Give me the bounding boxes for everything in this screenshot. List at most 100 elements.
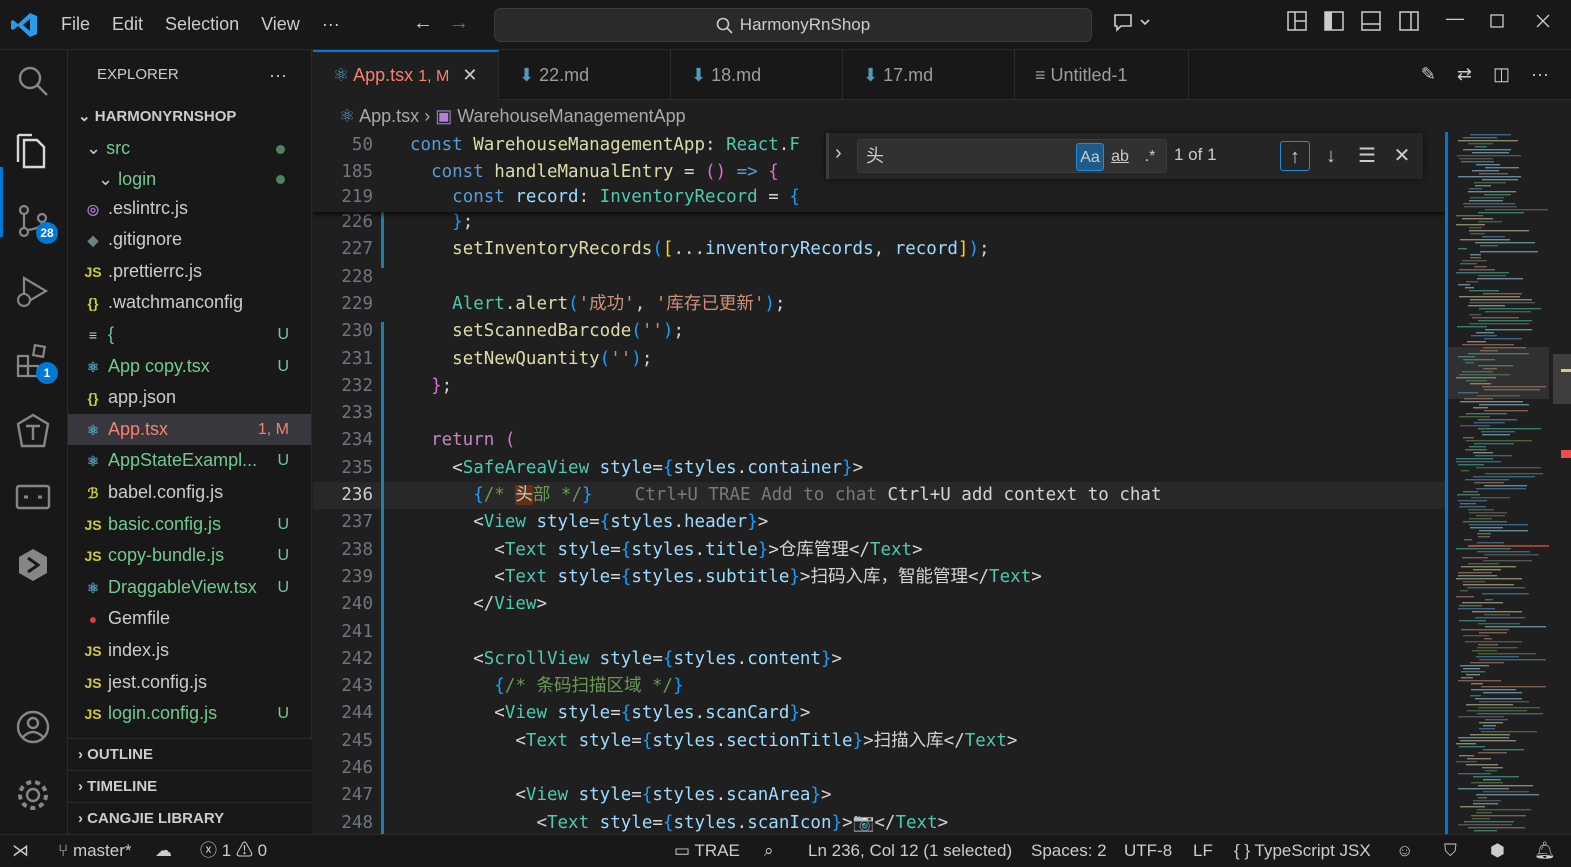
encoding[interactable]: UTF-8 [1124,835,1172,867]
code-line[interactable]: 238 <Text style={styles.title}>仓库管理</Tex… [313,537,1445,564]
tab-app-tsx[interactable]: ⚛ App.tsx 1, M ✕ [313,50,499,100]
folder-login[interactable]: ⌄ login [68,165,311,193]
code-line[interactable]: 243 {/* 条码扫描区域 */} [313,673,1445,700]
menu-more[interactable]: ··· [311,14,351,35]
tab-untitled-1[interactable]: ≡ Untitled-1 [1015,50,1189,100]
run-debug-icon[interactable] [14,272,54,312]
remote-explorer-icon[interactable] [14,478,54,518]
toggle-primary-sidebar-icon[interactable] [1323,10,1345,37]
file-item[interactable]: ⚛ DraggableView.tsx U [68,572,311,604]
previous-match-icon[interactable]: ↑ [1280,141,1310,171]
file-item[interactable]: {} app.json [68,382,311,414]
account-icon[interactable] [14,708,54,748]
copilot-chat-icon[interactable] [1112,10,1152,41]
code-line[interactable]: 227 setInventoryRecords([...inventoryRec… [313,236,1445,263]
close-icon[interactable]: ✕ [462,65,477,85]
minimap[interactable] [1445,132,1558,834]
whole-word-toggle[interactable]: ab [1106,143,1134,171]
scrollbar-thumb[interactable] [1553,354,1571,404]
problems-indicator[interactable]: ⓧ 1 ⚠ 0 [200,835,267,867]
code-line[interactable]: 234 return ( [313,427,1445,454]
code-line[interactable]: 244 <View style={styles.scanCard}> [313,700,1445,727]
trae-status[interactable]: ▭ TRAE [674,835,740,867]
file-item[interactable]: ℬbabel.config.js [68,477,311,509]
notifications-bell-icon[interactable]: 🔔︎ [1534,835,1556,867]
indentation[interactable]: Spaces: 2 [1031,835,1107,867]
file-item[interactable]: ⚛ App.tsx 1, M [68,413,311,446]
menu-view[interactable]: View [250,14,311,35]
menu-selection[interactable]: Selection [154,14,250,35]
deveco-icon[interactable] [14,546,54,586]
menu-edit[interactable]: Edit [101,14,154,35]
maximize-window-icon[interactable] [1490,12,1504,33]
tab-22-md[interactable]: ⬇ 22.md [499,50,671,100]
remote-indicator-icon[interactable]: ⋊ [12,835,29,867]
search-icon[interactable] [14,62,54,102]
file-item[interactable]: ● Gemfile [68,603,311,635]
folder-src[interactable]: ⌄ src [68,133,311,165]
code-line[interactable]: 229 Alert.alert('成功', '库存已更新'); [313,291,1445,318]
tab-17-md[interactable]: ⬇ 17.md [843,50,1015,100]
close-window-icon[interactable] [1536,12,1550,33]
code-line[interactable]: 239 <Text style={styles.subtitle}>扫码入库，智… [313,564,1445,591]
cursor-position[interactable]: Ln 236, Col 12 (1 selected) [808,835,1012,867]
compare-changes-icon[interactable]: ⇄ [1457,64,1472,84]
code-line[interactable]: 233 [313,400,1445,427]
code-line[interactable]: 230 setScannedBarcode(''); [313,318,1445,345]
code-line[interactable]: 246 [313,755,1445,782]
tab-18-md[interactable]: ⬇ 18.md [671,50,843,100]
branch-indicator[interactable]: ⑂ master* [58,835,132,867]
split-editor-icon[interactable]: ◫ [1493,64,1510,84]
code-line[interactable]: 226 }; [313,209,1445,236]
code-line[interactable]: 245 <Text style={styles.sectionTitle}>扫描… [313,728,1445,755]
trae-logo-icon[interactable]: ⛉ [1444,835,1457,867]
code-line[interactable]: 236 {/* 头部 */} Ctrl+U TRAE Add to chat C… [313,482,1445,510]
end-of-line[interactable]: LF [1193,835,1213,867]
file-item[interactable]: ⚛ App copy.tsx U [68,351,311,383]
match-case-toggle[interactable]: Aa [1076,143,1104,171]
breadcrumb-file[interactable]: App.tsx [359,106,419,126]
code-editor[interactable]: 226 }; 227 setInventoryRecords([...invent… [313,132,1445,834]
workspace-root[interactable]: ⌄ HARMONYRNSHOP [68,100,311,133]
regex-toggle[interactable]: .* [1136,143,1164,171]
find-input[interactable]: 头 Aa ab .* [857,139,1167,173]
command-center-search[interactable]: HarmonyRnShop [494,8,1092,42]
next-match-icon[interactable]: ↓ [1316,141,1346,171]
more-actions-icon[interactable]: ··· [269,50,287,100]
code-line[interactable]: 231 setNewQuantity(''); [313,346,1445,373]
explorer-files-icon[interactable] [14,132,54,172]
toggle-secondary-sidebar-icon[interactable] [1398,10,1420,37]
close-find-icon[interactable]: ✕ [1387,141,1417,171]
menu-file[interactable]: File [50,14,101,35]
code-line[interactable]: 219 const record: InventoryRecord = { [313,184,1445,211]
toggle-replace-chevron-icon[interactable]: › [835,142,842,165]
code-line[interactable]: 237 <View style={styles.header}> [313,509,1445,536]
minimize-window-icon[interactable]: — [1446,8,1464,29]
outline-section[interactable]: › OUTLINE [68,738,312,770]
code-line[interactable]: 241 [313,619,1445,646]
more-actions-icon[interactable]: ··· [1531,64,1549,84]
code-line[interactable]: 248 <Text style={styles.scanIcon}>📷</Tex… [313,810,1445,834]
file-item[interactable]: JS .prettierrc.js [68,256,311,288]
code-line[interactable]: 228 [313,264,1445,291]
code-line[interactable]: 247 <View style={styles.scanArea}> [313,782,1445,809]
file-item[interactable]: JS basic.config.js U [68,509,311,541]
file-item[interactable]: {} .watchmanconfig [68,287,311,319]
file-item[interactable]: JS index.js [68,635,311,667]
vertical-scrollbar[interactable] [1549,132,1571,834]
file-item[interactable]: ◆ .gitignore [68,224,311,256]
sync-icon[interactable]: ☁ [155,835,172,867]
back-arrow-icon[interactable]: ← [413,12,433,34]
file-item[interactable]: JS login.config.js U [68,698,311,730]
code-line[interactable]: 232 }; [313,373,1445,400]
source-control-icon[interactable]: 28 [14,202,58,244]
file-item[interactable]: JS jest.config.js [68,667,311,699]
deveco-status-icon[interactable]: ⬢ [1490,835,1505,867]
file-item[interactable]: ≡ {U [68,319,311,351]
file-item[interactable]: ◎ .eslintrc.js [68,193,311,225]
zoom-icon[interactable]: ⌕ [764,835,774,867]
code-line[interactable]: 240 </View> [313,591,1445,618]
customize-layout-icon[interactable] [1286,10,1308,37]
extensions-icon[interactable]: 1 [14,342,58,384]
breadcrumb-symbol[interactable]: WarehouseManagementApp [457,106,685,126]
